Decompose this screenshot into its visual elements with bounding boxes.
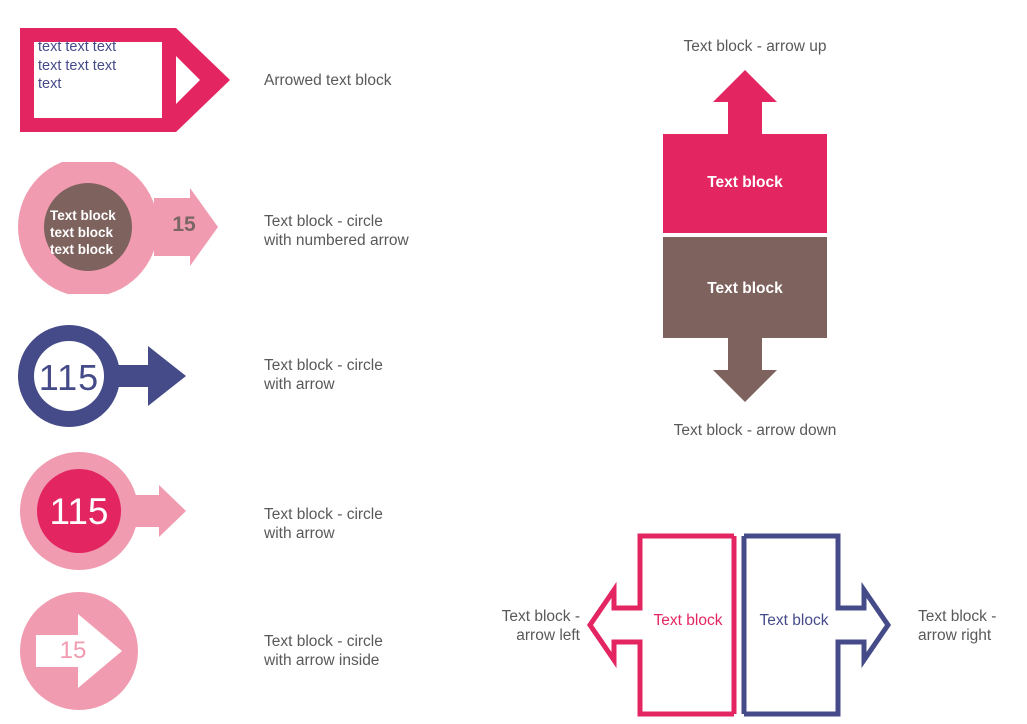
arrow-up-label: Text block	[707, 174, 783, 191]
circle-arrow-navy-shape[interactable]: 115	[16, 324, 196, 434]
pink-circle-number: 115	[49, 491, 109, 532]
arrowed-block-inner-text: text text text text text text text	[38, 39, 117, 92]
caption-circle-arrow-pink: Text block - circle with arrow	[264, 506, 383, 542]
arrow-right-block-shape[interactable]: Text block	[740, 532, 892, 718]
caption-arrow-up: Text block - arrow up	[683, 38, 827, 55]
numbered-arrow-number: 15	[172, 213, 196, 236]
arrow-inside-number: 15	[59, 637, 87, 664]
circle-numbered-arrow-shape[interactable]: Text block text block text block 15	[14, 162, 229, 294]
caption-circle-arrow-navy: Text block - circle with arrow	[264, 357, 383, 393]
arrow-left-label: Text block	[653, 612, 723, 629]
caption-arrowed-text-block: Arrowed text block	[264, 72, 392, 89]
arrow-up-block-shape[interactable]: Text block	[658, 64, 838, 239]
arrow-right-label: Text block	[759, 612, 829, 629]
circle-arrow-inside-shape[interactable]: 15	[16, 590, 146, 714]
arrow-down-block-shape[interactable]: Text block	[658, 234, 838, 406]
caption-circle-numbered-arrow: Text block - circle with numbered arrow	[264, 213, 409, 249]
arrow-down-body	[663, 237, 827, 402]
arrow-down-label: Text block	[707, 280, 783, 297]
navy-circle-number: 115	[38, 357, 100, 398]
navy-arrow-tail	[112, 346, 186, 406]
caption-arrow-right: Text block - arrow right	[918, 608, 997, 644]
caption-arrow-down: Text block - arrow down	[673, 422, 837, 439]
arrow-up-body	[663, 70, 827, 233]
arrow-left-block-shape[interactable]: Text block	[586, 532, 738, 718]
circle-arrow-pink-shape[interactable]: 115	[16, 450, 196, 574]
diagram-canvas: text text text text text text text Arrow…	[0, 0, 1027, 724]
caption-arrow-left: Text block - arrow left	[501, 608, 580, 644]
arrowed-text-block-shape[interactable]: text text text text text text text	[16, 20, 236, 140]
numbered-arrow-inner-text: Text block text block text block	[50, 208, 116, 257]
